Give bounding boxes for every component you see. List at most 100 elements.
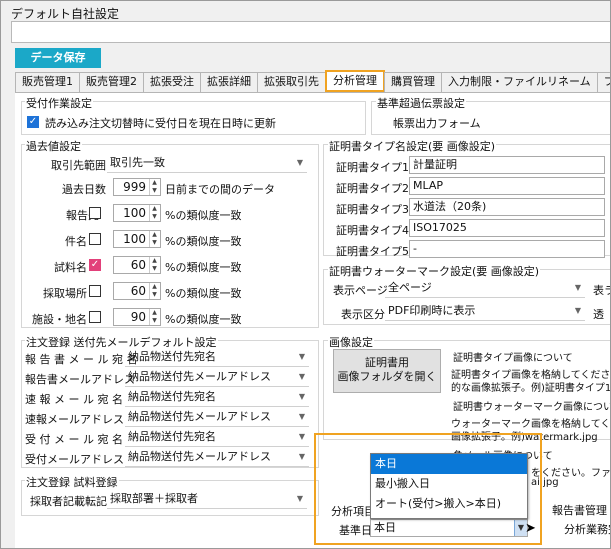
report-dest-checkbox[interactable] [89,207,101,219]
receipt-mail-name-value: 納品物送付先宛名 [128,430,216,443]
sample-name-suffix: %の類似度一致 [165,261,242,274]
sampling-place-suffix: %の類似度一致 [165,287,242,300]
chevron-down-icon: ▼ [574,283,581,292]
sampling-place-stepper[interactable]: 60 ▲ ▼ [113,282,161,300]
cert-type-2-label: 証明書タイプ2 [336,182,409,195]
sample-name-checkbox[interactable]: ✓ [89,259,101,271]
report-mail-name-label: 報 告 書 メ ー ル 宛 名 [25,353,138,366]
quick-mail-name-select[interactable]: 納品物送付先宛名 ▼ [125,389,309,407]
spin-arrows-icon[interactable]: ▲ ▼ [149,283,159,299]
report-mail-name-select[interactable]: 納品物送付先宛名 ▼ [125,349,309,367]
tab-input-restriction[interactable]: 入力制限・ファイルリネーム [441,72,598,92]
report-dest-suffix: %の類似度一致 [165,209,242,222]
subject-stepper[interactable]: 100 ▲ ▼ [113,230,161,248]
cert-type-3-input[interactable]: 水道法（20条) [409,198,605,216]
quick-mail-name-value: 納品物送付先宛名 [128,390,216,403]
cert-type-3-label: 証明書タイプ3 [336,203,409,216]
tab-sales-2[interactable]: 販売管理2 [79,72,144,92]
sample-reg-label: 注文登録 試料登録 [25,474,119,490]
receipt-mail-address-select[interactable]: 納品物送付先メールアドレス ▼ [125,449,309,467]
title-bar-field [11,21,610,43]
watermark-image-header: 証明書ウォーターマーク画像につい [453,402,611,413]
report-mail-address-label: 報告書メールアドレス [25,373,135,386]
chevron-down-icon: ▼ [298,392,305,401]
spin-arrows-icon[interactable]: ▲ ▼ [149,309,159,325]
spin-arrows-icon[interactable]: ▲ ▼ [149,205,159,221]
past-days-stepper[interactable]: 999 ▲ ▼ [113,178,161,196]
spin-arrows-icon[interactable]: ▲ ▼ [149,257,159,273]
sampling-place-label: 採取場所 [43,287,87,300]
quick-mail-name-label: 速 報 メ ー ル 宛 名 [25,393,123,406]
save-button[interactable]: データ保存 [15,48,101,68]
tab-folder-settings[interactable]: フォルダ設定 [596,72,610,92]
subject-suffix: %の類似度一致 [165,235,242,248]
cert-type-1-label: 証明書タイプ1 [336,161,409,174]
report-mail-address-select[interactable]: 納品物送付先メールアドレス ▼ [125,369,309,387]
tab-sales-1[interactable]: 販売管理1 [15,72,80,92]
subject-label: 件名 [65,235,87,248]
quick-mail-address-select[interactable]: 納品物送付先メールアドレス ▼ [125,409,309,427]
display-page-select[interactable]: 全ページ ▼ [385,280,585,298]
facility-stepper[interactable]: 90 ▲ ▼ [113,308,161,326]
chevron-down-icon: ▼ [298,372,305,381]
sample-name-stepper[interactable]: 60 ▲ ▼ [113,256,161,274]
tab-extended-details[interactable]: 拡張詳細 [200,72,258,92]
client-range-select[interactable]: 取引先一致 ▼ [107,155,307,173]
past-values-label: 過去値設定 [25,138,82,154]
sample-name-value: 60 [130,258,146,272]
report-dest-stepper[interactable]: 100 ▲ ▼ [113,204,161,222]
settings-window: デフォルト自社設定 データ保存 販売管理1 販売管理2 拡張受注 拡張詳細 拡張… [0,0,611,549]
collector-transfer-select[interactable]: 採取部署＋採取者 ▼ [107,491,307,509]
past-days-label: 過去日数 [62,183,106,196]
chevron-down-icon: ▼ [298,352,305,361]
facility-suffix: %の類似度一致 [165,313,242,326]
past-days-suffix: 日前までの間のデータ [165,183,275,196]
update-receipt-date-label: 読み込み注文切替時に受付日を現在日時に更新 [45,117,276,130]
mail-defaults-label: 注文登録 送付先メールデフォルト設定 [25,334,218,350]
cert-types-label: 証明書タイプ名設定(要 画像設定) [328,138,497,154]
cert-image-header: 証明書タイプ画像について [453,353,573,364]
collector-transfer-value: 採取部署＋採取者 [110,492,198,505]
open-image-folder-button[interactable]: 証明書用 画像フォルダを開く [333,349,441,393]
report-dest-value: 100 [123,206,146,220]
quick-mail-address-label: 速報メールアドレス [25,413,124,426]
spin-arrows-icon[interactable]: ▲ ▼ [149,231,159,247]
spin-arrows-icon[interactable]: ▲ ▼ [149,179,159,195]
facility-checkbox[interactable] [89,311,101,323]
cert-type-4-label: 証明書タイプ4 [336,224,409,237]
display-page-label: 表示ページ [333,284,388,297]
watermark-right-label-1: 表ラ [593,284,610,297]
cert-type-5-input[interactable]: - [409,240,605,258]
update-receipt-date-checkbox[interactable]: ✓ [27,116,39,128]
standard-slip-label: 基準超過伝票設定 [376,95,466,111]
receipt-mail-name-select[interactable]: 納品物送付先宛名 ▼ [125,429,309,447]
facility-label: 施設・地名 [32,313,87,326]
display-section-label: 表示区分 [341,308,385,321]
sampling-place-checkbox[interactable] [89,285,101,297]
chevron-down-icon: ▼ [296,494,303,503]
receipt-mail-address-value: 納品物送付先メールアドレス [128,450,271,463]
analysis-complete-label: 分析業務完 [564,523,610,536]
form-output-label: 帳票出力フォーム [393,117,481,130]
chevron-down-icon: ▼ [298,412,305,421]
sampling-place-value: 60 [130,284,146,298]
subject-checkbox[interactable] [89,233,101,245]
cert-type-5-label: 証明書タイプ5 [336,245,409,258]
report-mail-name-value: 納品物送付先宛名 [128,350,216,363]
cert-image-text-2: 的な画像拡張子。例)証明書タイプ1.p [451,383,611,394]
tab-extended-orders[interactable]: 拡張受注 [143,72,201,92]
window-title: デフォルト自社設定 [11,7,120,21]
image-settings-label: 画像設定 [328,334,374,350]
receipt-settings-label: 受付作業設定 [25,95,93,111]
cert-type-4-input[interactable]: ISO17025 [409,219,605,237]
tab-purchasing[interactable]: 購買管理 [384,72,442,92]
watermark-label: 証明書ウォーターマーク設定(要 画像設定) [328,263,541,279]
tab-analysis[interactable]: 分析管理 [325,70,385,92]
chevron-down-icon: ▼ [298,452,305,461]
display-section-select[interactable]: PDF印刷時に表示 ▼ [385,303,585,321]
cert-type-1-input[interactable]: 計量証明 [409,156,605,174]
client-range-value: 取引先一致 [110,156,165,169]
cert-type-2-input[interactable]: MLAP [409,177,605,195]
collector-transfer-label: 採取者記載転記 [30,495,107,508]
tab-extended-clients[interactable]: 拡張取引先 [257,72,326,92]
